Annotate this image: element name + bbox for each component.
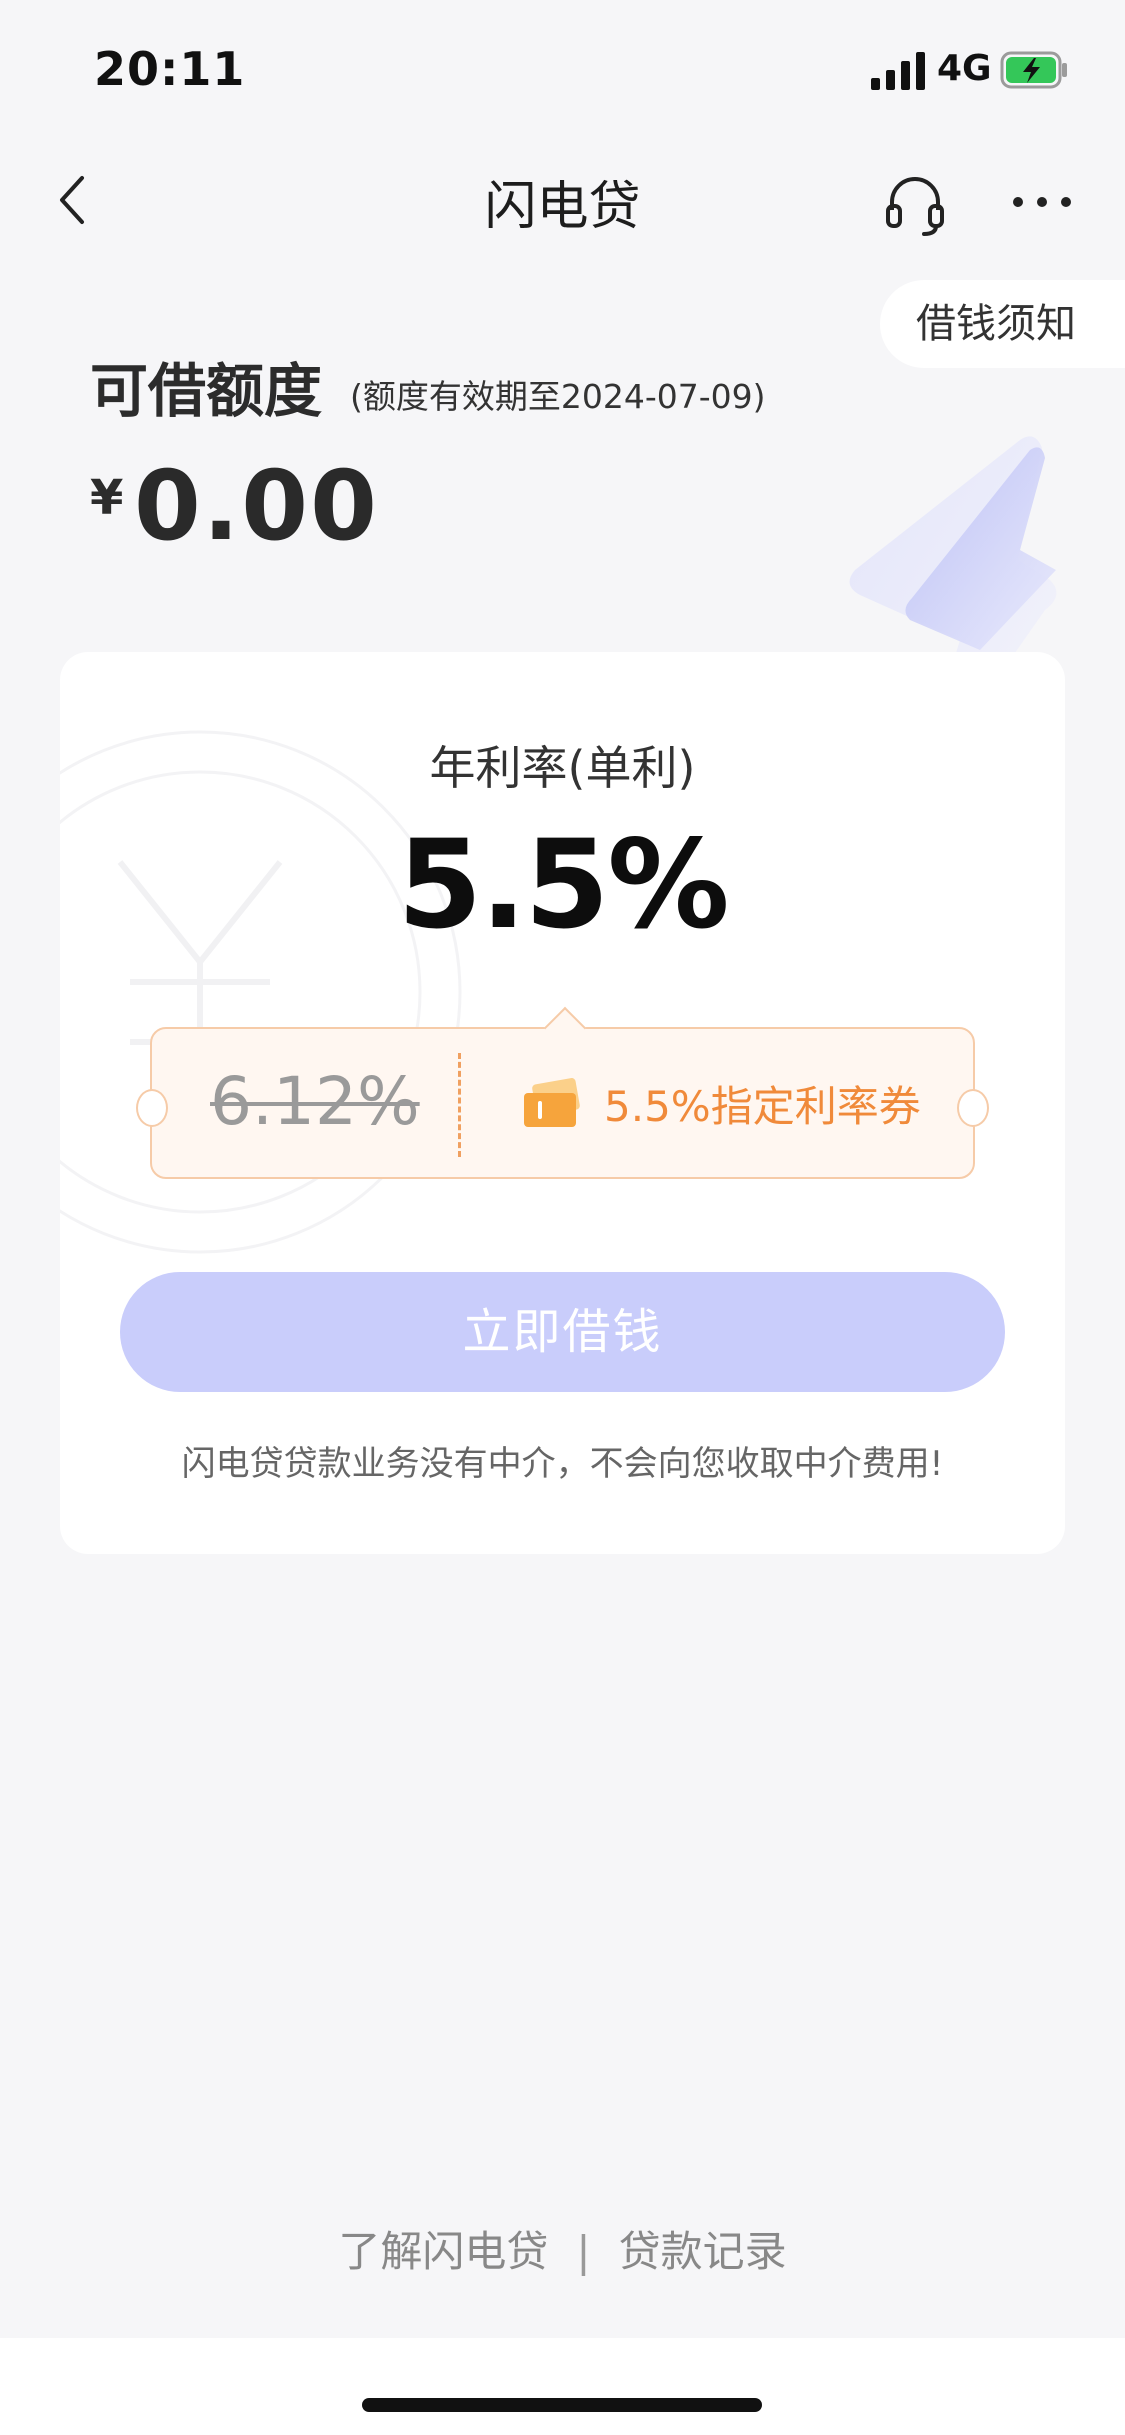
navigation-bar: 闪电贷 [0,150,1125,260]
original-rate: 6.12% [210,1063,420,1140]
annual-rate-value: 5.5% [397,814,729,956]
status-time: 20:11 [94,42,246,96]
coupon-pointer [543,1006,587,1050]
home-indicator[interactable] [362,2398,762,2412]
credit-validity: (额度有效期至2024-07-09) [350,377,766,416]
page-title: 闪电贷 [484,177,641,237]
battery-icon [1000,51,1067,89]
rate-coupon[interactable]: 6.12% 5.5%指定利率券 [136,1006,989,1179]
loan-records-link[interactable]: 贷款记录 [619,2218,787,2279]
status-bar: 20:11 4G [0,0,1125,140]
currency-symbol: ¥ [90,470,124,526]
ticket-icon [524,1078,580,1127]
no-intermediary-disclaimer: 闪电贷贷款业务没有中介，不会向您收取中介费用! [181,1444,944,1484]
more-dots-icon[interactable] [1010,194,1074,210]
credit-limit-title: 可借额度 [90,357,323,425]
about-loan-link[interactable]: 了解闪电贷 [338,2218,548,2279]
coupon-notch-right [957,1089,989,1127]
coupon-divider [458,1053,461,1157]
annual-rate-label: 年利率(单利) [429,741,696,795]
loan-card: 年利率(单利) 5.5% 6.12% 5.5%指定利率券 立即借钱 闪电贷贷款业… [60,652,1065,1554]
network-type: 4G [937,48,992,89]
signal-icon [871,52,925,90]
borrow-now-button[interactable]: 立即借钱 [120,1272,1005,1392]
borrowing-notice-button[interactable]: 借钱须知 [880,280,1125,368]
home-indicator-area [0,2338,1125,2435]
footer-separator: | [576,2227,591,2276]
coupon-label: 5.5%指定利率券 [604,1082,921,1131]
footer-links: 了解闪电贷 | 贷款记录 [0,2218,1125,2279]
coupon-notch-left [136,1089,168,1127]
credit-amount: 0.00 [134,450,379,562]
headset-icon[interactable] [880,170,950,240]
